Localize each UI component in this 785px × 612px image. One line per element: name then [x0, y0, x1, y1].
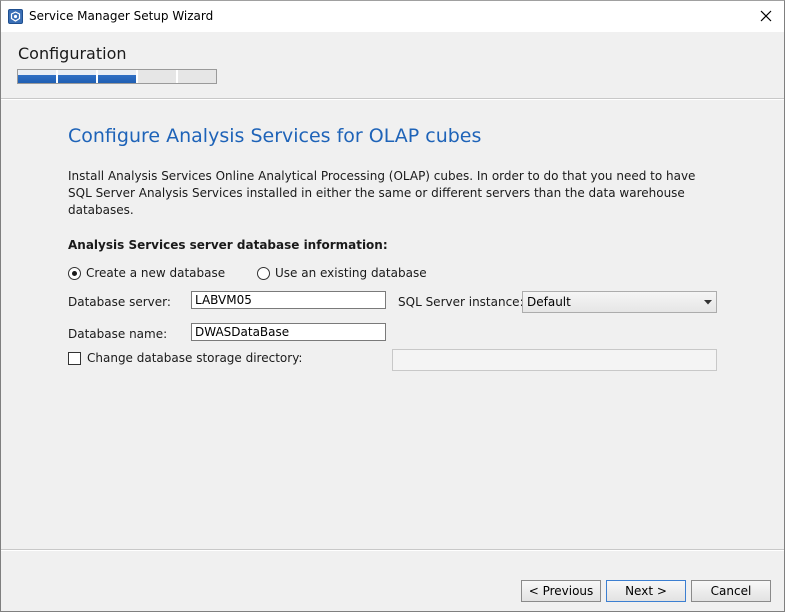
close-button[interactable]	[752, 3, 780, 29]
progress-step-3	[98, 70, 138, 83]
next-button[interactable]: Next >	[606, 580, 686, 602]
sql-server-instance-select[interactable]: Default	[522, 291, 717, 313]
progress-step-4	[138, 70, 178, 83]
title-bar[interactable]: Service Manager Setup Wizard	[1, 1, 784, 32]
chevron-down-icon	[704, 300, 712, 305]
service-manager-app-icon	[8, 9, 23, 24]
window-title: Service Manager Setup Wizard	[29, 9, 214, 23]
page-heading: Configure Analysis Services for OLAP cub…	[68, 125, 482, 147]
change-storage-directory-label: Change database storage directory:	[87, 351, 303, 365]
use-existing-database-label: Use an existing database	[275, 266, 427, 280]
checkbox-unchecked-icon	[68, 351, 81, 365]
use-existing-database-radio[interactable]: Use an existing database	[257, 266, 427, 280]
create-new-database-label: Create a new database	[86, 266, 226, 280]
header-title: Configuration	[18, 44, 127, 63]
progress-step-5	[178, 70, 216, 83]
progress-step-2	[58, 70, 98, 83]
section-label: Analysis Services server database inform…	[68, 238, 388, 252]
wizard-content: Configure Analysis Services for OLAP cub…	[1, 100, 784, 549]
sql-server-instance-value: Default	[527, 295, 571, 309]
progress-step-1	[18, 70, 58, 83]
previous-button[interactable]: < Previous	[521, 580, 601, 602]
wizard-header: Configuration	[1, 32, 784, 99]
wizard-progress-bar	[17, 69, 217, 84]
database-server-label: Database server:	[68, 295, 171, 309]
cancel-button[interactable]: Cancel	[691, 580, 771, 602]
database-name-label: Database name:	[68, 327, 168, 341]
wizard-footer: < Previous Next > Cancel	[1, 551, 784, 611]
close-icon	[760, 10, 772, 22]
radio-checked-icon	[68, 266, 81, 280]
radio-unchecked-icon	[257, 266, 270, 280]
database-server-input[interactable]	[191, 291, 386, 309]
database-name-input[interactable]	[191, 323, 386, 341]
sql-server-instance-label: SQL Server instance:	[398, 295, 524, 309]
create-new-database-radio[interactable]: Create a new database	[68, 266, 225, 280]
storage-directory-input[interactable]	[392, 349, 717, 371]
setup-wizard-window: Service Manager Setup Wizard Configurati…	[0, 0, 785, 612]
page-description: Install Analysis Services Online Analyti…	[68, 169, 696, 217]
change-storage-directory-checkbox[interactable]: Change database storage directory:	[68, 351, 302, 365]
